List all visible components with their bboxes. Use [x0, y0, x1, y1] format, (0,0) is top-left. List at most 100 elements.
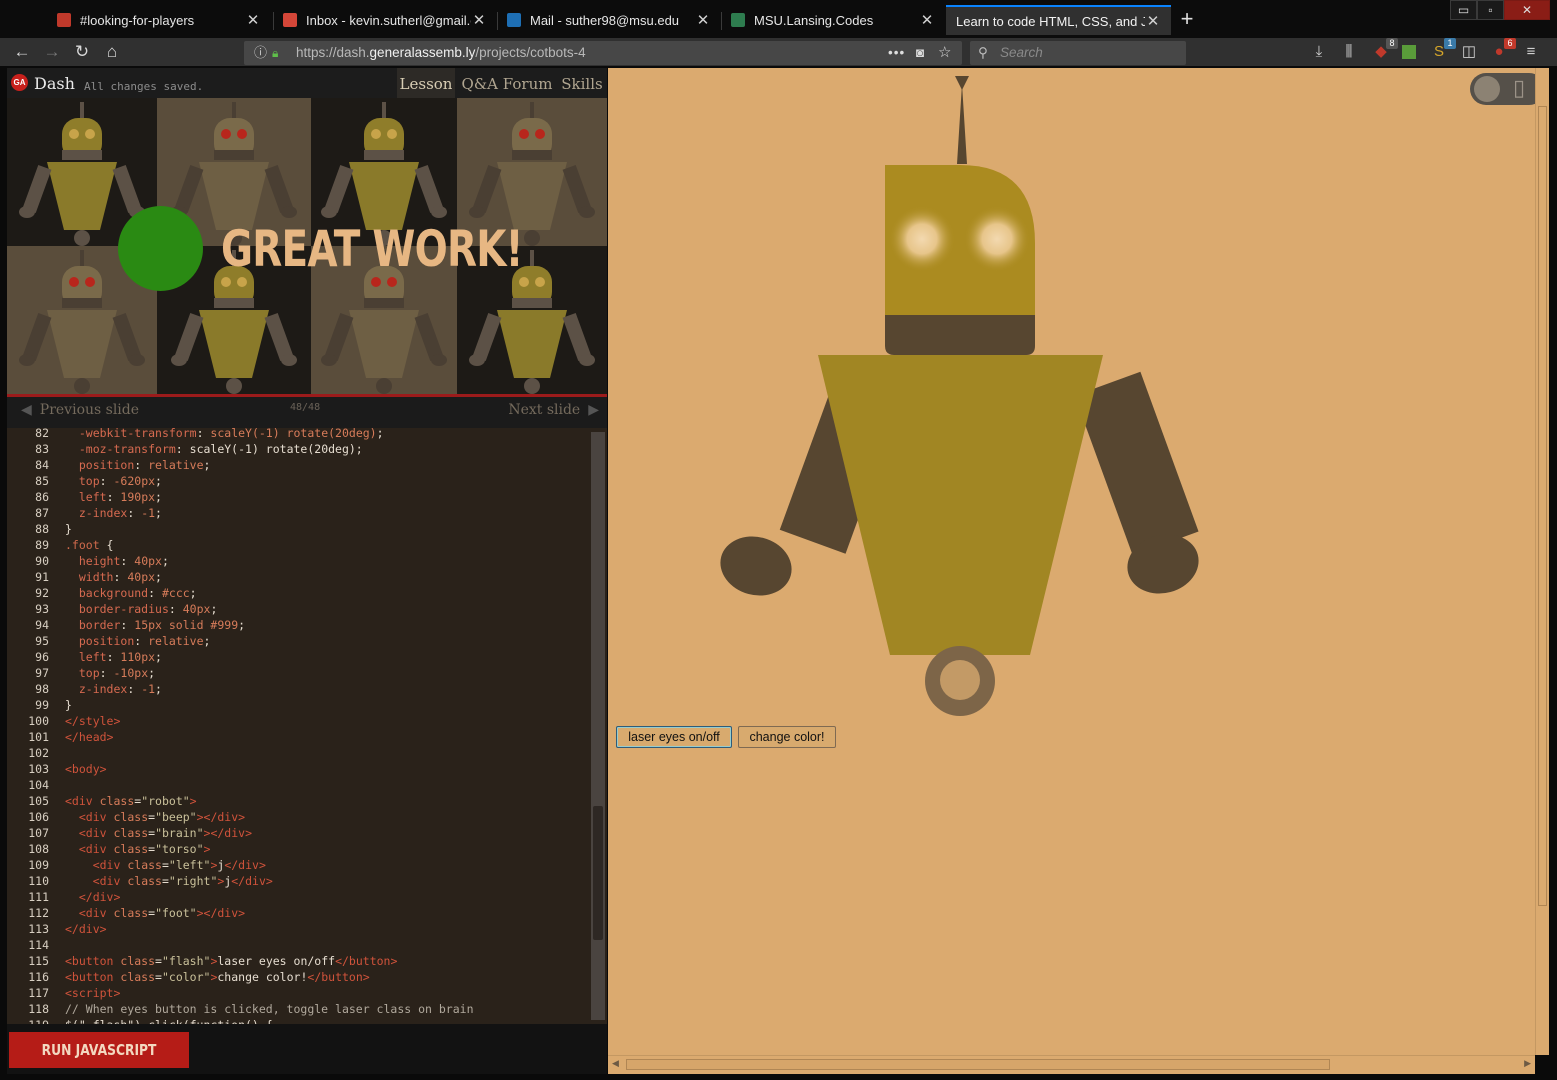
close-window-button[interactable]: ✕: [1504, 0, 1550, 20]
preview-vertical-scrollbar-thumb[interactable]: [1538, 106, 1547, 906]
info-icon[interactable]: ⓘ: [254, 41, 267, 65]
minimize-button[interactable]: ▭: [1450, 0, 1477, 20]
robot-right-eye: [964, 206, 1030, 272]
line-number-gutter: 82 83 84 85 86 87 88 89 90 91 92 93 94 95 96 97 98 99 100 1…: [7, 428, 55, 1024]
code-line[interactable]: }: [65, 697, 72, 713]
browser-tab[interactable]: Mail - suther98@msu.edu ✕: [497, 5, 721, 35]
bookmark-star-icon[interactable]: ☆: [938, 41, 951, 65]
mobile-phone-icon: ▯: [1513, 75, 1526, 100]
browser-tab-active[interactable]: Learn to code HTML, CSS, and Java ✕: [946, 5, 1171, 35]
code-line[interactable]: <button class="color">change color!</but…: [65, 969, 370, 985]
preview-horizontal-scrollbar-thumb[interactable]: [626, 1059, 1330, 1070]
forward-arrow-icon[interactable]: →: [40, 40, 64, 64]
new-tab-button[interactable]: +: [1176, 6, 1198, 32]
laser-eyes-button[interactable]: laser eyes on/off: [616, 726, 732, 748]
close-tab-icon[interactable]: ✕: [471, 11, 487, 29]
editor-scrollbar-thumb[interactable]: [593, 806, 603, 940]
code-line[interactable]: </head>: [65, 729, 113, 745]
code-line[interactable]: background: #ccc;: [65, 585, 197, 601]
change-color-button[interactable]: change color!: [738, 726, 836, 748]
code-line[interactable]: left: 110px;: [65, 649, 162, 665]
ga-logo[interactable]: GA: [11, 74, 28, 91]
code-line[interactable]: z-index: -1;: [65, 681, 162, 697]
browser-tab[interactable]: MSU.Lansing.Codes ✕: [721, 5, 945, 35]
line-number: 88: [35, 522, 49, 536]
download-icon[interactable]: ⤓: [1308, 40, 1330, 64]
code-line[interactable]: left: 190px;: [65, 489, 162, 505]
code-line[interactable]: <body>: [65, 761, 107, 777]
code-line[interactable]: $(".flash").click(function() {: [65, 1017, 273, 1024]
url-bar[interactable]: ⓘ 🔒︎ https://dash.generalassemb.ly/proje…: [244, 41, 962, 65]
robot-left-hand: [720, 536, 792, 596]
mobile-view-toggle[interactable]: ▯: [1470, 73, 1535, 105]
code-line[interactable]: border-radius: 40px;: [65, 601, 218, 617]
previous-slide-label: Previous slide: [39, 402, 140, 418]
hamburger-menu-icon[interactable]: ≡: [1520, 40, 1542, 64]
tab-lesson[interactable]: Lesson: [397, 68, 455, 98]
editor-scrollbar[interactable]: [591, 432, 605, 1020]
close-tab-icon[interactable]: ✕: [695, 11, 711, 29]
run-javascript-button[interactable]: RUN JAVASCRIPT: [9, 1032, 189, 1068]
browser-tab[interactable]: #looking-for-players ✕: [47, 5, 271, 35]
line-number: 92: [35, 586, 49, 600]
pocket-icon[interactable]: ◙: [916, 41, 924, 65]
browser-tab-bar: #looking-for-players ✕ Inbox - kevin.sut…: [0, 0, 1557, 38]
extension-green-icon[interactable]: [1398, 40, 1420, 64]
library-icon[interactable]: ⫼: [1338, 40, 1360, 64]
code-line[interactable]: <div class="brain"></div>: [65, 825, 252, 841]
code-line[interactable]: <script>: [65, 985, 120, 1001]
close-tab-icon[interactable]: ✕: [245, 11, 261, 29]
reload-icon[interactable]: ↻: [70, 40, 94, 64]
code-line[interactable]: -moz-transform: scaleY(-1) rotate(20deg)…: [65, 441, 363, 457]
robot-illustration: [720, 76, 1199, 716]
page-actions-icon[interactable]: •••: [888, 41, 905, 65]
tab-qa-forum[interactable]: Q&A Forum: [459, 68, 555, 98]
lesson-slide: GREAT WORK!: [7, 98, 607, 394]
code-line[interactable]: position: relative;: [65, 457, 211, 473]
url-prefix: https://dash.: [296, 45, 370, 60]
code-line[interactable]: </div>: [65, 889, 121, 905]
browser-tab[interactable]: Inbox - kevin.sutherl@gmail.co ✕: [273, 5, 497, 35]
code-line[interactable]: }: [65, 521, 72, 537]
code-line[interactable]: <div class="right">j</div>: [65, 873, 273, 889]
code-line[interactable]: position: relative;: [65, 633, 211, 649]
close-tab-icon[interactable]: ✕: [919, 11, 935, 29]
next-slide-button[interactable]: Next slide ▶: [508, 402, 599, 418]
scroll-left-icon[interactable]: ◀: [612, 1058, 619, 1069]
back-arrow-icon[interactable]: ←: [10, 40, 34, 64]
code-line[interactable]: top: -10px;: [65, 665, 155, 681]
code-line[interactable]: </div>: [65, 921, 107, 937]
code-line[interactable]: <button class="flash">laser eyes on/off<…: [65, 953, 397, 969]
code-line[interactable]: .foot {: [65, 537, 113, 553]
maximize-button[interactable]: ▫: [1477, 0, 1504, 20]
search-input[interactable]: ⚲ Search: [970, 41, 1186, 65]
code-line[interactable]: -webkit-transform: scaleY(-1) rotate(20d…: [65, 428, 384, 441]
app-name[interactable]: Dash: [34, 74, 75, 93]
code-line[interactable]: <div class="left">j</div>: [65, 857, 266, 873]
scroll-right-icon[interactable]: ▶: [1524, 1058, 1531, 1069]
code-editor[interactable]: 82 83 84 85 86 87 88 89 90 91 92 93 94 95 96 97 98 99 100 1…: [7, 428, 607, 1024]
code-line[interactable]: <div class="robot">: [65, 793, 197, 809]
previous-slide-button[interactable]: ◀ Previous slide: [21, 402, 139, 418]
code-line[interactable]: <div class="beep"></div>: [65, 809, 245, 825]
preview-horizontal-scrollbar[interactable]: ◀ ▶: [608, 1055, 1535, 1074]
extension-red-icon[interactable]: ● 6: [1488, 38, 1516, 64]
code-line[interactable]: <div class="foot"></div>: [65, 905, 245, 921]
code-line[interactable]: z-index: -1;: [65, 505, 162, 521]
code-line[interactable]: border: 15px solid #999;: [65, 617, 245, 633]
home-icon[interactable]: ⌂: [100, 40, 124, 64]
code-line[interactable]: <div class="torso">: [65, 841, 211, 857]
extension-s-icon[interactable]: S1: [1428, 38, 1456, 64]
sidebar-icon[interactable]: ◫: [1458, 40, 1480, 64]
ublock-icon[interactable]: ◆ 8: [1370, 38, 1398, 64]
browser-navigation-bar: ← → ↻ ⌂ ⓘ 🔒︎ https://dash.generalassemb.…: [0, 38, 1557, 66]
code-line[interactable]: width: 40px;: [65, 569, 162, 585]
preview-vertical-scrollbar[interactable]: [1535, 68, 1549, 1055]
code-line[interactable]: // When eyes button is clicked, toggle l…: [65, 1001, 474, 1017]
tab-skills[interactable]: Skills: [559, 68, 605, 98]
close-tab-icon[interactable]: ✕: [1145, 12, 1161, 30]
code-line[interactable]: </style>: [65, 713, 120, 729]
code-line[interactable]: height: 40px;: [65, 553, 169, 569]
line-number: 95: [35, 634, 49, 648]
code-line[interactable]: top: -620px;: [65, 473, 162, 489]
